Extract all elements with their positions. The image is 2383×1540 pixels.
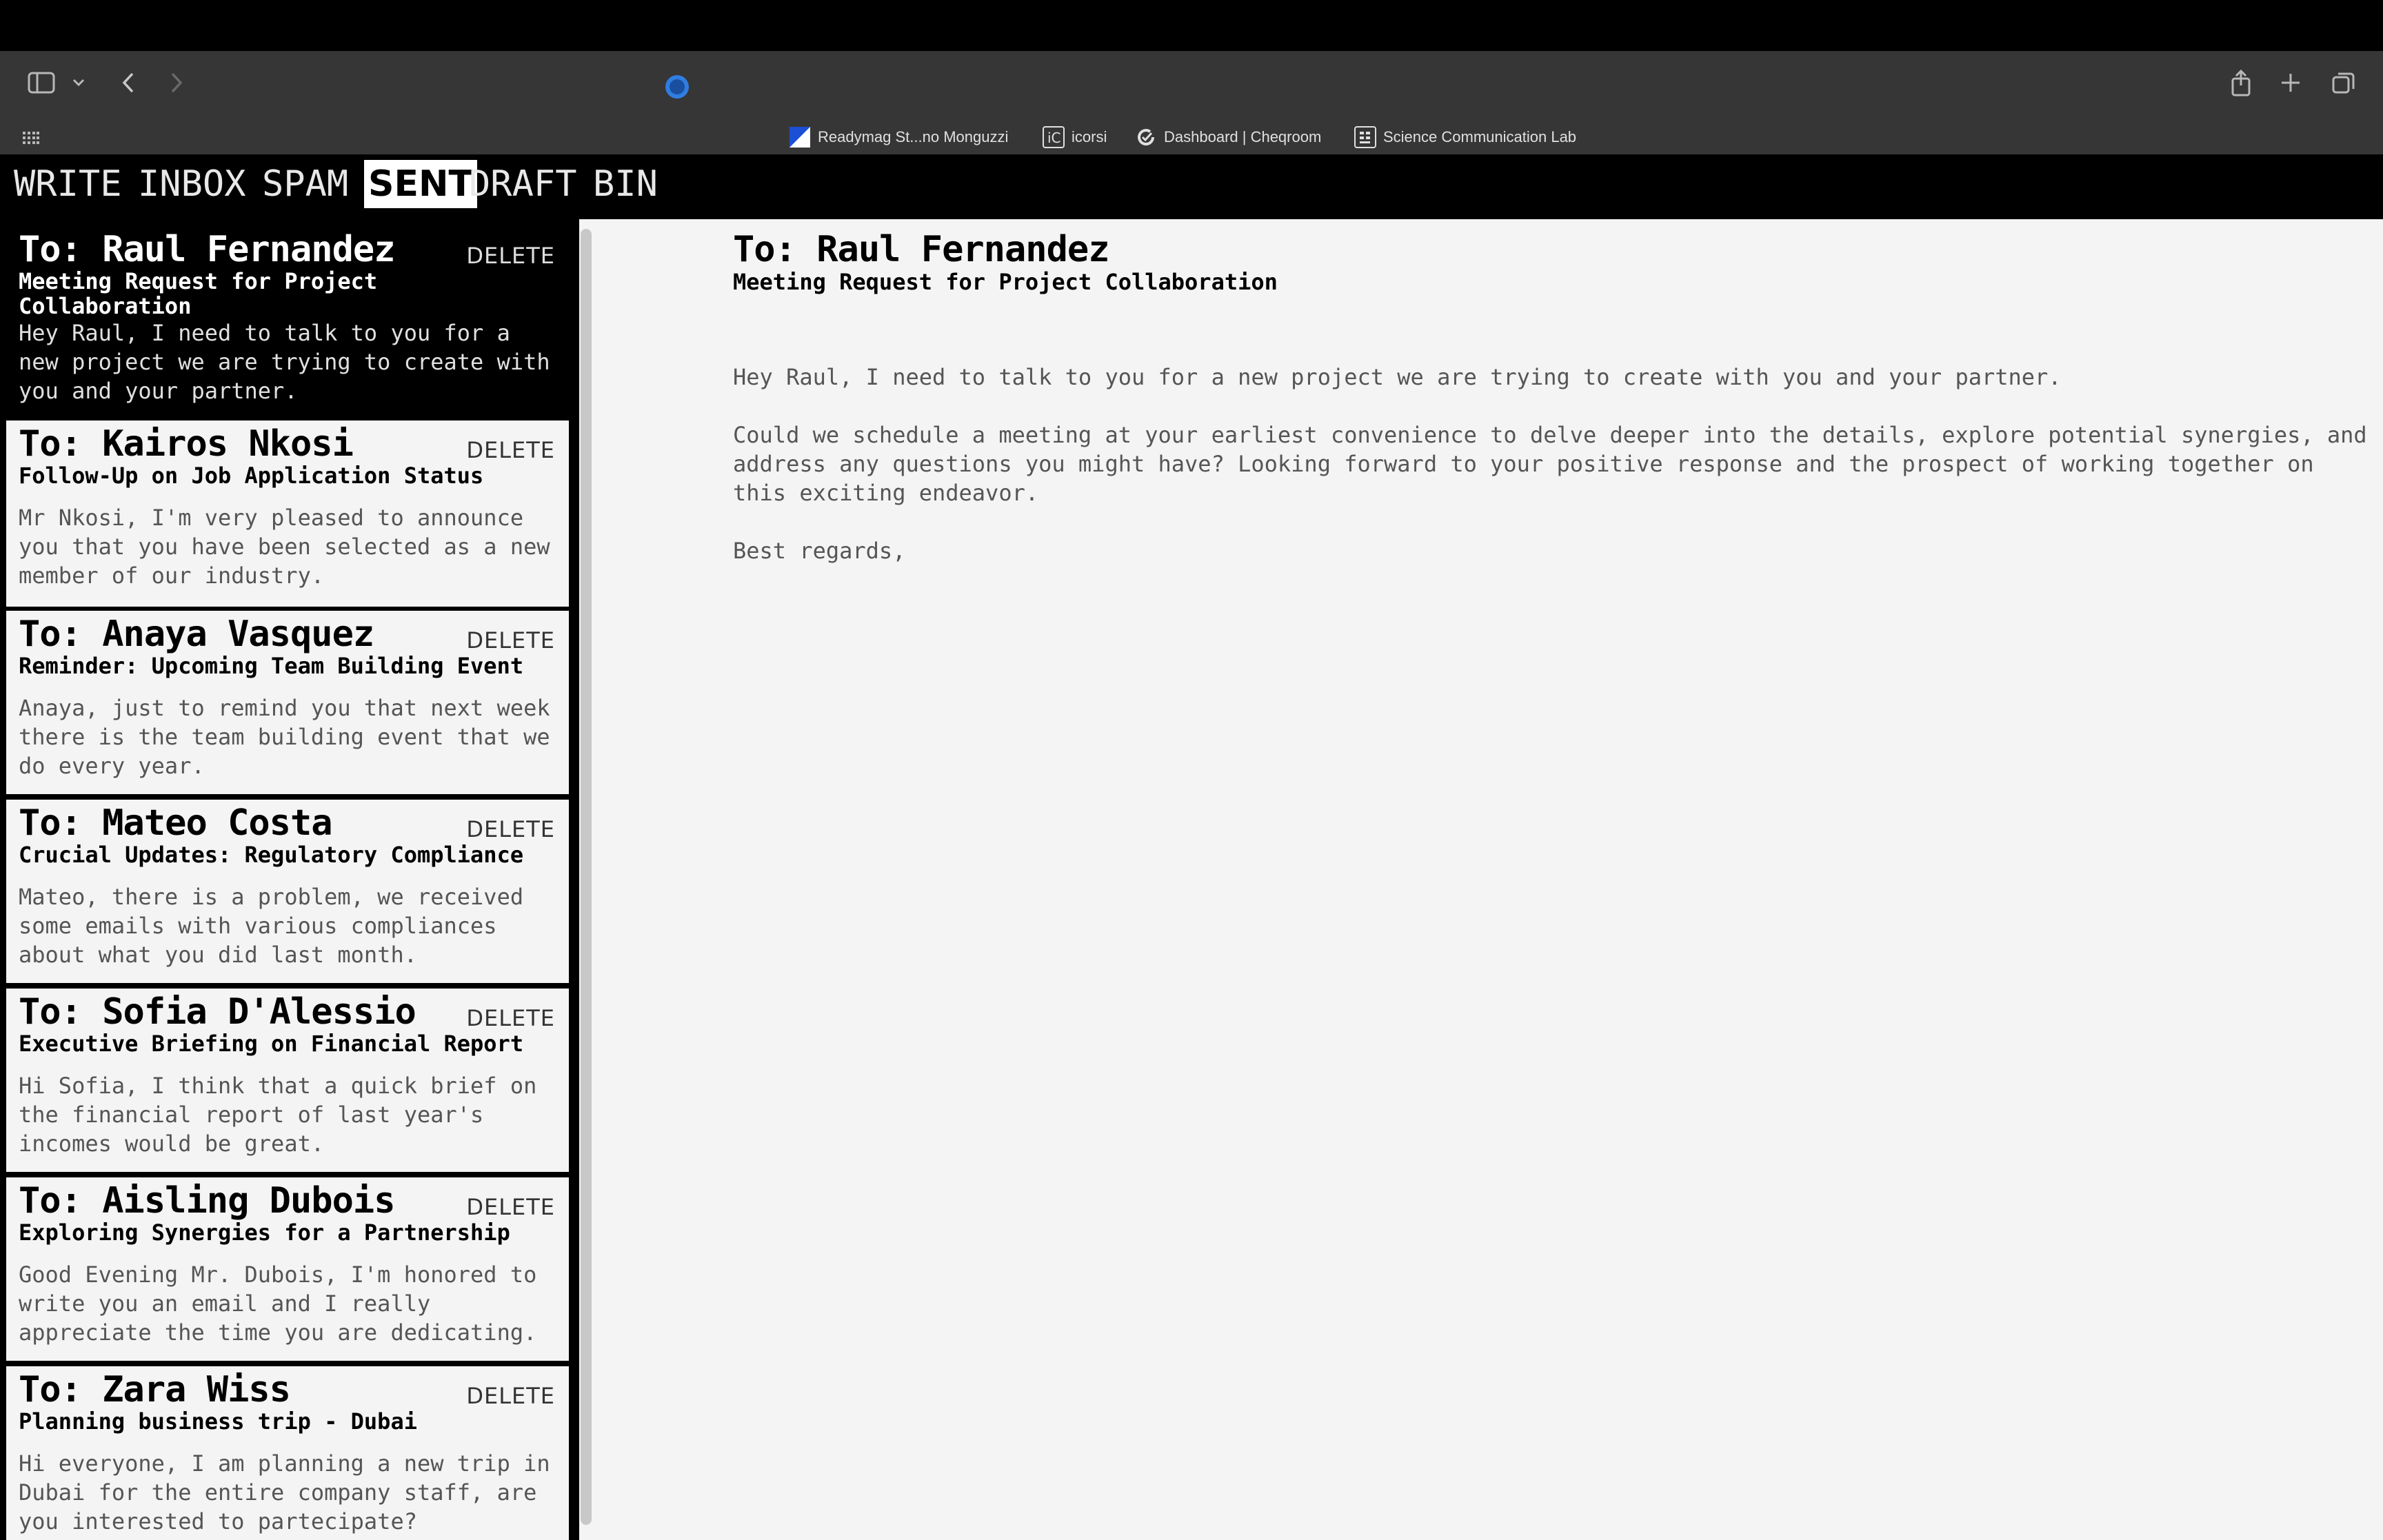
reader-recipient: To: Raul Fernandez	[733, 229, 1110, 270]
reader-closing: Best regards,	[733, 538, 906, 564]
email-recipient: To: Sofia D'Alessio	[19, 991, 416, 1033]
email-preview: Good Evening Mr. Dubois, I'm honored to …	[19, 1262, 537, 1346]
email-recipient: To: Raul Fernandez	[19, 229, 396, 270]
reader-subject: Meeting Request for Project Collaboratio…	[733, 269, 1278, 295]
email-subject: Meeting Request for Project Collaboratio…	[19, 268, 378, 319]
email-recipient: To: Aisling Dubois	[19, 1180, 396, 1222]
bookmark-label: Science Communication Lab	[1383, 128, 1577, 145]
nav-bin[interactable]: BIN	[593, 160, 658, 208]
email-subject: Reminder: Upcoming Team Building Event	[19, 653, 524, 679]
email-preview: Hey Raul, I need to talk to you for a ne…	[19, 320, 550, 404]
bookmark-label: Readymag St...no Monguzzi	[818, 128, 1009, 145]
bookmark-icorsi[interactable]: iC icorsi	[1043, 120, 1107, 154]
tab-overview-icon[interactable]	[2329, 69, 2358, 98]
email-recipient: To: Mateo Costa	[19, 802, 333, 844]
email-list-scrollbar[interactable]	[581, 229, 592, 1525]
svg-text:iC: iC	[1047, 130, 1061, 146]
email-card[interactable]: To: Mateo Costa DELETE Crucial Updates: …	[6, 800, 569, 983]
email-subject: Planning business trip - Dubai	[19, 1408, 417, 1435]
nav-inbox[interactable]: INBOX	[138, 160, 246, 208]
email-recipient: To: Kairos Nkosi	[19, 423, 354, 465]
system-menubar	[0, 0, 2383, 51]
icorsi-favicon-icon: iC	[1043, 126, 1065, 148]
email-card[interactable]: To: Kairos Nkosi DELETE Follow-Up on Job…	[6, 421, 569, 607]
delete-button[interactable]: DELETE	[466, 437, 555, 463]
bookmark-label: Dashboard | Cheqroom	[1164, 128, 1322, 145]
email-recipient: To: Anaya Vasquez	[19, 614, 374, 655]
share-icon[interactable]	[2227, 66, 2255, 99]
back-icon[interactable]	[114, 68, 142, 98]
delete-button[interactable]: DELETE	[466, 627, 555, 654]
mail-nav	[0, 154, 2383, 219]
email-preview: Hi everyone, I am planning a new trip in…	[19, 1450, 550, 1534]
chevron-down-icon[interactable]	[69, 72, 88, 94]
delete-button[interactable]: DELETE	[466, 1194, 555, 1220]
bookmark-cheqroom[interactable]: Dashboard | Cheqroom	[1135, 120, 1321, 154]
forward-icon[interactable]	[163, 68, 190, 98]
delete-button[interactable]: DELETE	[466, 1383, 555, 1409]
cheqroom-favicon-icon	[1135, 126, 1157, 148]
email-preview: Mateo, there is a problem, we received s…	[19, 884, 524, 968]
email-card[interactable]: To: Zara Wiss DELETE Planning business t…	[6, 1366, 569, 1540]
email-subject: Follow-Up on Job Application Status	[19, 463, 484, 489]
email-subject: Executive Briefing on Financial Report	[19, 1031, 524, 1057]
email-subject: Exploring Synergies for a Partnership	[19, 1219, 510, 1246]
email-list: To: Raul Fernandez DELETE Meeting Reques…	[0, 219, 579, 1540]
bookmark-scl[interactable]: Science Communication Lab	[1354, 120, 1576, 154]
new-tab-icon[interactable]	[2277, 69, 2304, 97]
email-card[interactable]: To: Anaya Vasquez DELETE Reminder: Upcom…	[6, 611, 569, 794]
email-subject: Crucial Updates: Regulatory Compliance	[19, 842, 524, 868]
email-preview: Anaya, just to remind you that next week…	[19, 695, 550, 779]
apps-grid-icon[interactable]	[21, 128, 41, 148]
bookmark-readymag[interactable]: Readymag St...no Monguzzi	[789, 120, 1008, 154]
nav-sent[interactable]: SENT	[364, 160, 477, 208]
readymag-favicon-icon	[789, 126, 811, 148]
nav-spam[interactable]: SPAM	[262, 160, 348, 208]
sidebar-toggle-icon[interactable]	[26, 68, 57, 98]
delete-button[interactable]: DELETE	[466, 1005, 555, 1031]
email-preview: Mr Nkosi, I'm very pleased to announce y…	[19, 505, 550, 589]
email-recipient: To: Zara Wiss	[19, 1369, 291, 1410]
email-card[interactable]: To: Sofia D'Alessio DELETE Executive Bri…	[6, 989, 569, 1172]
email-card[interactable]: To: Raul Fernandez DELETE Meeting Reques…	[6, 226, 569, 408]
reader-paragraph: Could we schedule a meeting at your earl…	[733, 422, 2367, 506]
email-card[interactable]: To: Aisling Dubois DELETE Exploring Syne…	[6, 1177, 569, 1361]
nav-draft[interactable]: DRAFT	[469, 160, 577, 208]
scl-favicon-icon	[1354, 126, 1376, 148]
browser-toolbar: localhost	[0, 51, 2383, 156]
extension-icon[interactable]	[662, 72, 692, 102]
delete-button[interactable]: DELETE	[466, 816, 555, 842]
nav-write[interactable]: WRITE	[14, 160, 122, 208]
delete-button[interactable]: DELETE	[466, 243, 555, 269]
email-preview: Hi Sofia, I think that a quick brief on …	[19, 1073, 537, 1157]
reader-paragraph: Hey Raul, I need to talk to you for a ne…	[733, 364, 2062, 390]
bookmark-label: icorsi	[1072, 128, 1107, 145]
